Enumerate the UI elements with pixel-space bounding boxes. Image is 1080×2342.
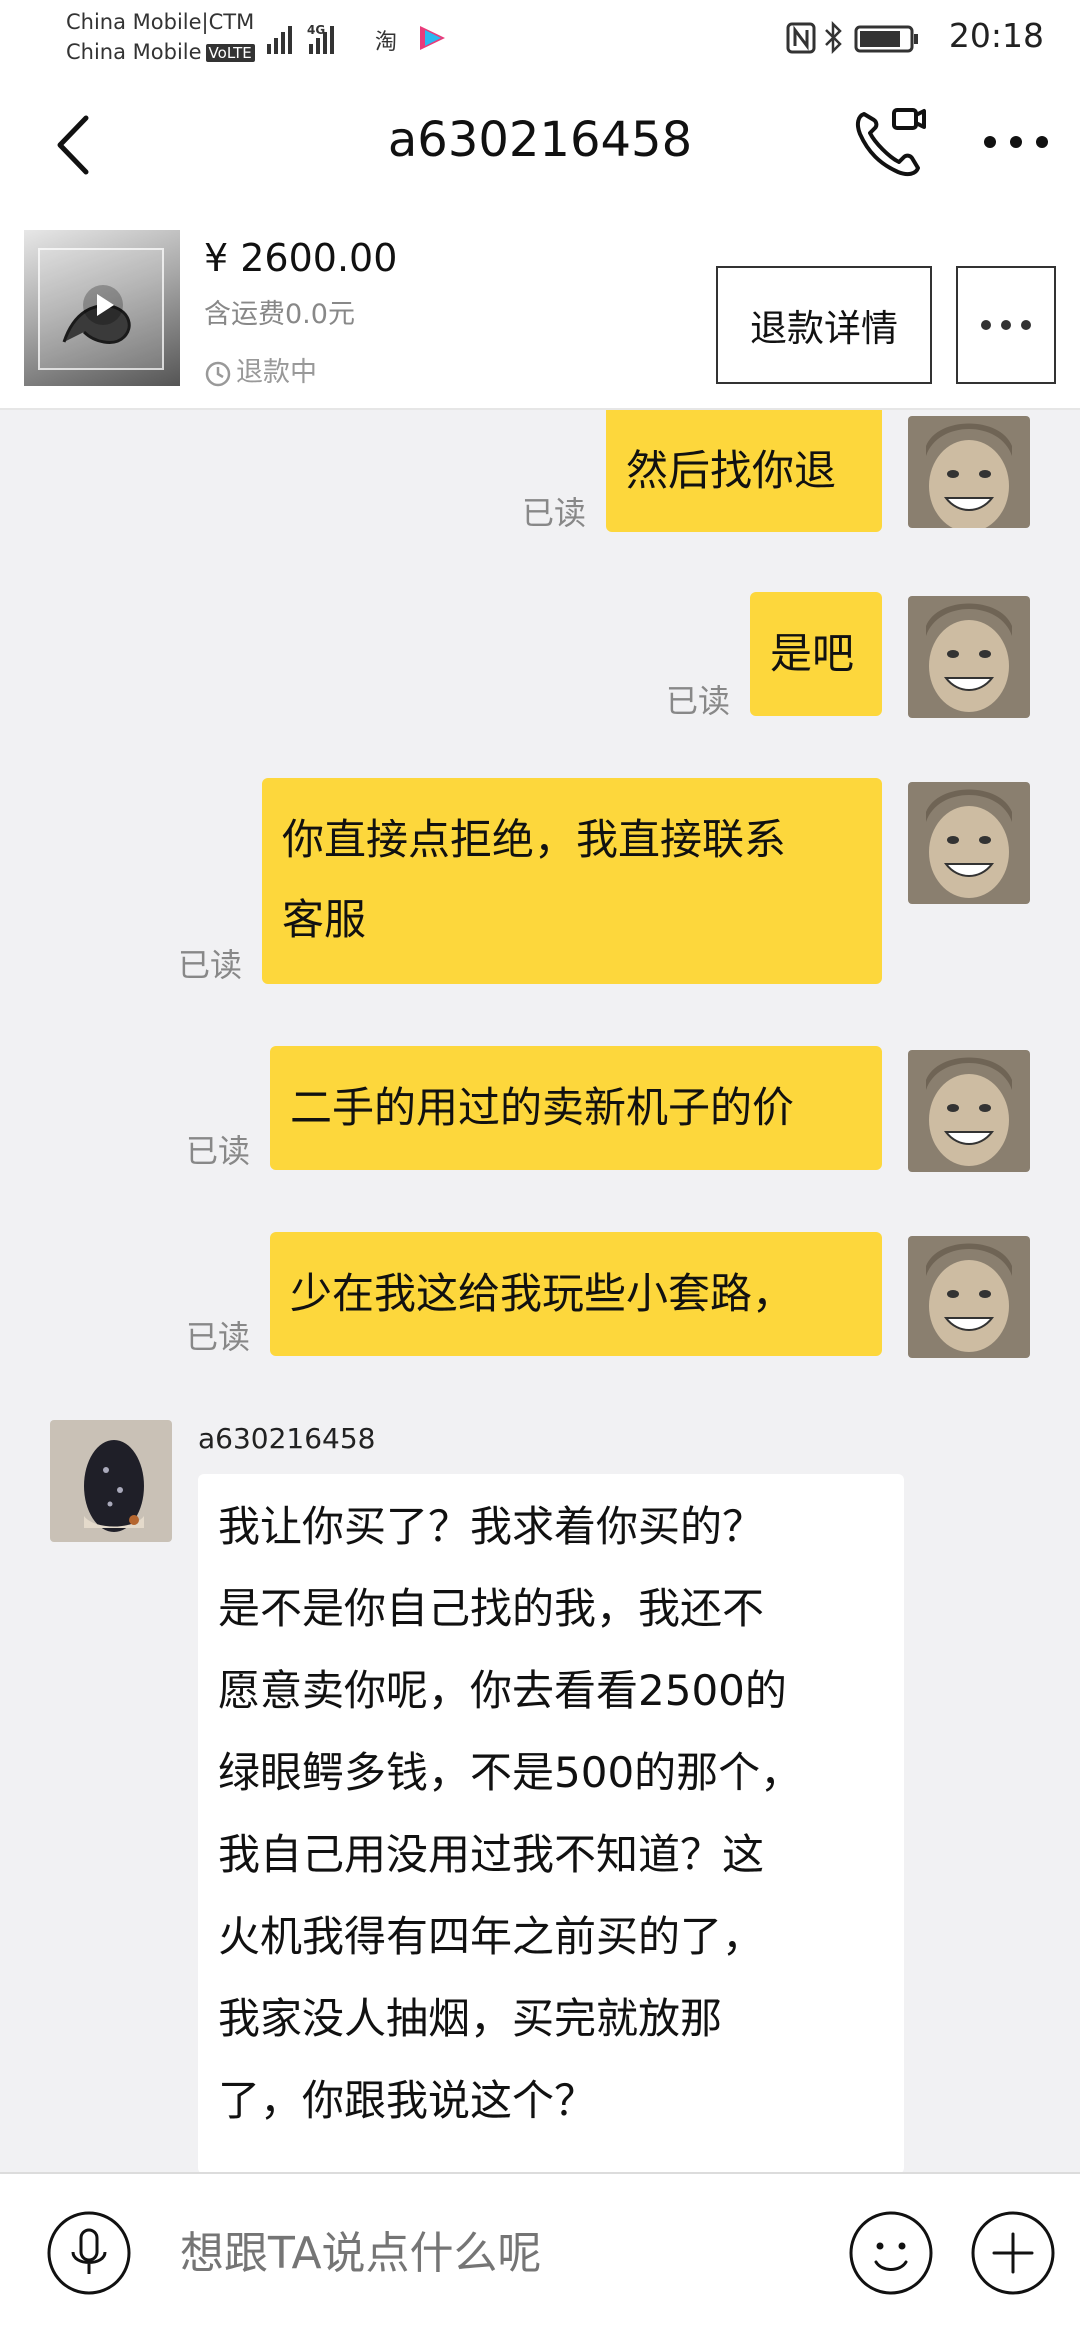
volte-badge: VoLTE — [205, 44, 255, 62]
chat-messages[interactable]: 已读 然后找你退 已读 是吧 已读 你直接点拒绝，我直接联系 客服 已读 二手的… — [0, 410, 1080, 2172]
my-avatar[interactable] — [908, 596, 1030, 718]
message-line: 愿意卖你呢，你去看看2500的 — [218, 1666, 787, 1715]
refund-status: 退款中 — [204, 350, 317, 389]
network-label: 4G — [307, 23, 325, 37]
read-receipt: 已读 — [186, 1132, 251, 1170]
seller-message-bubble[interactable]: 我让你买了？我求着你买的？ 是不是你自己找的我，我还不 愿意卖你呢，你去看看25… — [198, 1474, 904, 2172]
microphone-icon[interactable] — [46, 2210, 132, 2296]
avatar-image — [908, 596, 1030, 718]
message-line: 绿眼鳄多钱，不是500的那个， — [218, 1748, 803, 1797]
play-icon[interactable] — [82, 284, 124, 326]
clock-icon — [205, 361, 231, 386]
my-avatar[interactable] — [908, 782, 1030, 904]
my-avatar[interactable] — [908, 1236, 1030, 1358]
my-message-bubble[interactable]: 你直接点拒绝，我直接联系 客服 — [262, 778, 882, 984]
carrier-1: China Mobile|CTM — [66, 10, 255, 34]
chat-header: a630216458 — [0, 78, 1080, 208]
message-input[interactable] — [180, 2214, 820, 2294]
input-bar — [0, 2172, 1080, 2342]
product-more-button[interactable] — [956, 266, 1056, 384]
message-line: 你直接点拒绝，我直接联系 — [282, 815, 787, 864]
emoji-icon[interactable] — [848, 2210, 934, 2296]
message-line: 是不是你自己找的我，我还不 — [218, 1584, 765, 1633]
message-text: 然后找你退 — [626, 446, 837, 495]
my-message-bubble[interactable]: 是吧 — [750, 592, 882, 716]
message-line: 客服 — [282, 895, 367, 944]
my-message-bubble[interactable]: 少在我这给我玩些小套路， — [270, 1232, 882, 1356]
more-horizontal-icon — [981, 320, 1031, 330]
product-bar: ¥ 2600.00 含运费0.0元 退款中 退款详情 — [0, 208, 1080, 410]
plus-icon[interactable] — [970, 2210, 1056, 2296]
svg-text:淘: 淘 — [375, 30, 397, 55]
clock: 20:18 — [948, 16, 1044, 55]
read-receipt: 已读 — [666, 682, 731, 720]
product-price: ¥ 2600.00 — [204, 236, 398, 280]
message-text: 是吧 — [770, 629, 855, 678]
avatar-image — [908, 1236, 1030, 1358]
message-line: 我自己用没用过我不知道？这 — [218, 1830, 765, 1879]
read-receipt: 已读 — [178, 946, 243, 984]
message-line: 了，你跟我说这个？ — [218, 2076, 597, 2125]
more-horizontal-icon[interactable] — [980, 130, 1052, 154]
carrier-2-label: China Mobile — [66, 40, 202, 64]
message-line: 我家没人抽烟，买完就放那 — [218, 1994, 723, 2043]
my-avatar[interactable] — [908, 416, 1030, 528]
phone-video-icon[interactable] — [852, 104, 928, 180]
nfc-bluetooth-battery-icons — [786, 20, 918, 55]
my-message-bubble[interactable]: 然后找你退 — [606, 410, 882, 532]
refund-status-text: 退款中 — [236, 357, 317, 388]
status-bar: China Mobile|CTM China Mobile VoLTE 4G 淘 … — [0, 0, 1080, 78]
message-text: 少在我这给我玩些小套路， — [290, 1269, 795, 1318]
avatar-image — [908, 416, 1030, 528]
avatar-image — [908, 1050, 1030, 1172]
my-avatar[interactable] — [908, 1050, 1030, 1172]
read-receipt: 已读 — [522, 494, 587, 532]
carrier-2: China Mobile VoLTE — [66, 40, 255, 64]
seller-avatar[interactable] — [50, 1420, 172, 1542]
refund-details-button[interactable]: 退款详情 — [716, 266, 932, 384]
avatar-image — [908, 782, 1030, 904]
read-receipt: 已读 — [186, 1318, 251, 1356]
avatar-image — [50, 1420, 172, 1542]
my-message-bubble[interactable]: 二手的用过的卖新机子的价 — [270, 1046, 882, 1170]
product-thumbnail[interactable] — [24, 230, 180, 386]
message-line: 我让你买了？我求着你买的？ — [218, 1502, 765, 1551]
signal-icons: 4G 淘 — [267, 23, 445, 55]
message-text: 二手的用过的卖新机子的价 — [290, 1083, 795, 1132]
message-line: 火机我得有四年之前买的了， — [218, 1912, 765, 1961]
shipping-fee: 含运费0.0元 — [204, 299, 355, 330]
sender-name: a630216458 — [198, 1422, 376, 1455]
